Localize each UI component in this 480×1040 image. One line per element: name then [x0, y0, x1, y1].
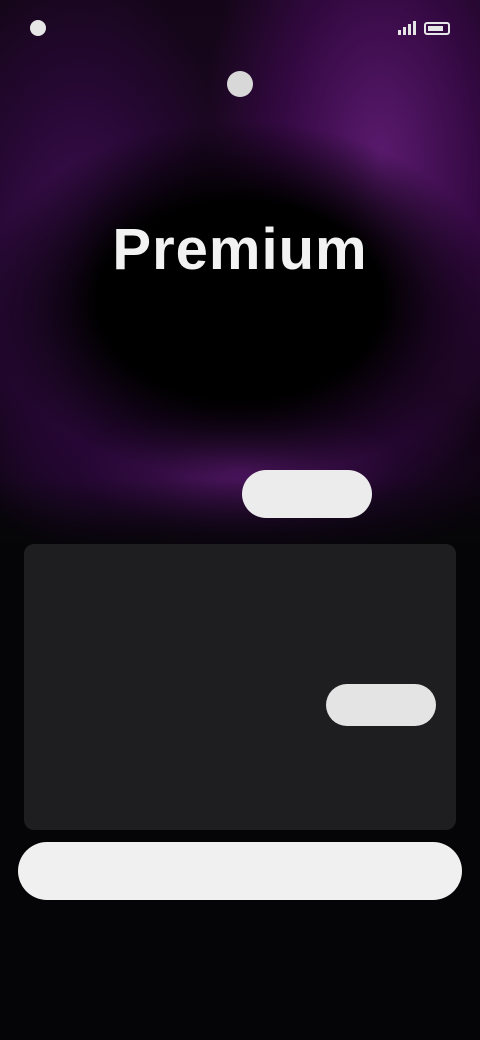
feature-grid	[44, 734, 436, 752]
plan-card	[24, 544, 456, 830]
card-row-3	[44, 684, 436, 726]
notification-dot-icon	[30, 20, 46, 36]
status-right	[398, 21, 450, 35]
status-bar	[0, 0, 480, 56]
signal-icon	[398, 21, 416, 35]
logo-icon	[227, 71, 253, 97]
plan-tabs	[0, 468, 480, 520]
plan-tab-3[interactable]	[242, 470, 372, 518]
battery-icon	[424, 21, 450, 35]
page-title: Premium	[112, 217, 368, 282]
plan-tab-4[interactable]	[388, 470, 478, 518]
nav-right-button[interactable]	[454, 76, 466, 92]
plan-tab-1[interactable]	[40, 470, 150, 518]
nav-left-button[interactable]	[14, 76, 26, 92]
plan-tab-2[interactable]	[166, 470, 226, 518]
footer-link[interactable]	[0, 938, 480, 940]
status-left	[30, 20, 54, 36]
primary-cta-button[interactable]	[18, 842, 462, 900]
premium-screen: Premium	[0, 0, 480, 1040]
top-nav	[0, 62, 480, 106]
select-plan-button[interactable]	[326, 684, 436, 726]
